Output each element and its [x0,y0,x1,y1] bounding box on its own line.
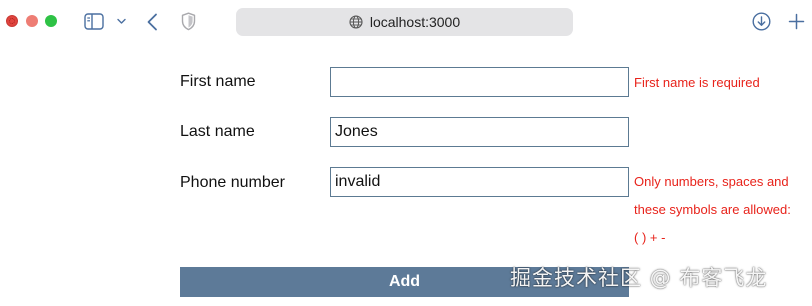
phone-number-input[interactable] [330,167,629,197]
first-name-error: First name is required [634,75,760,90]
last-name-label: Last name [180,123,255,140]
plus-icon[interactable] [788,13,805,30]
sidebar-toggle-icon[interactable] [84,13,104,30]
phone-number-error: Only numbers, spaces and these symbols a… [634,174,791,245]
address-bar[interactable]: localhost:3000 [236,8,573,36]
browser-toolbar: localhost:3000 [0,0,812,46]
phone-number-label: Phone number [180,174,285,191]
window-maximize-button[interactable] [45,15,57,27]
first-name-input[interactable] [330,67,629,97]
window-close-button[interactable] [6,15,18,27]
url-text: localhost:3000 [369,14,461,30]
window-minimize-button[interactable] [26,15,38,27]
download-icon[interactable] [752,12,771,31]
shield-icon[interactable] [181,12,196,31]
globe-icon [349,15,363,29]
first-name-label: First name [180,73,256,90]
watermark: 掘金技术社区 @ 布客飞龙 [510,266,768,290]
chevron-down-icon[interactable] [117,18,126,25]
last-name-input[interactable] [330,117,629,147]
back-button[interactable] [146,13,158,31]
